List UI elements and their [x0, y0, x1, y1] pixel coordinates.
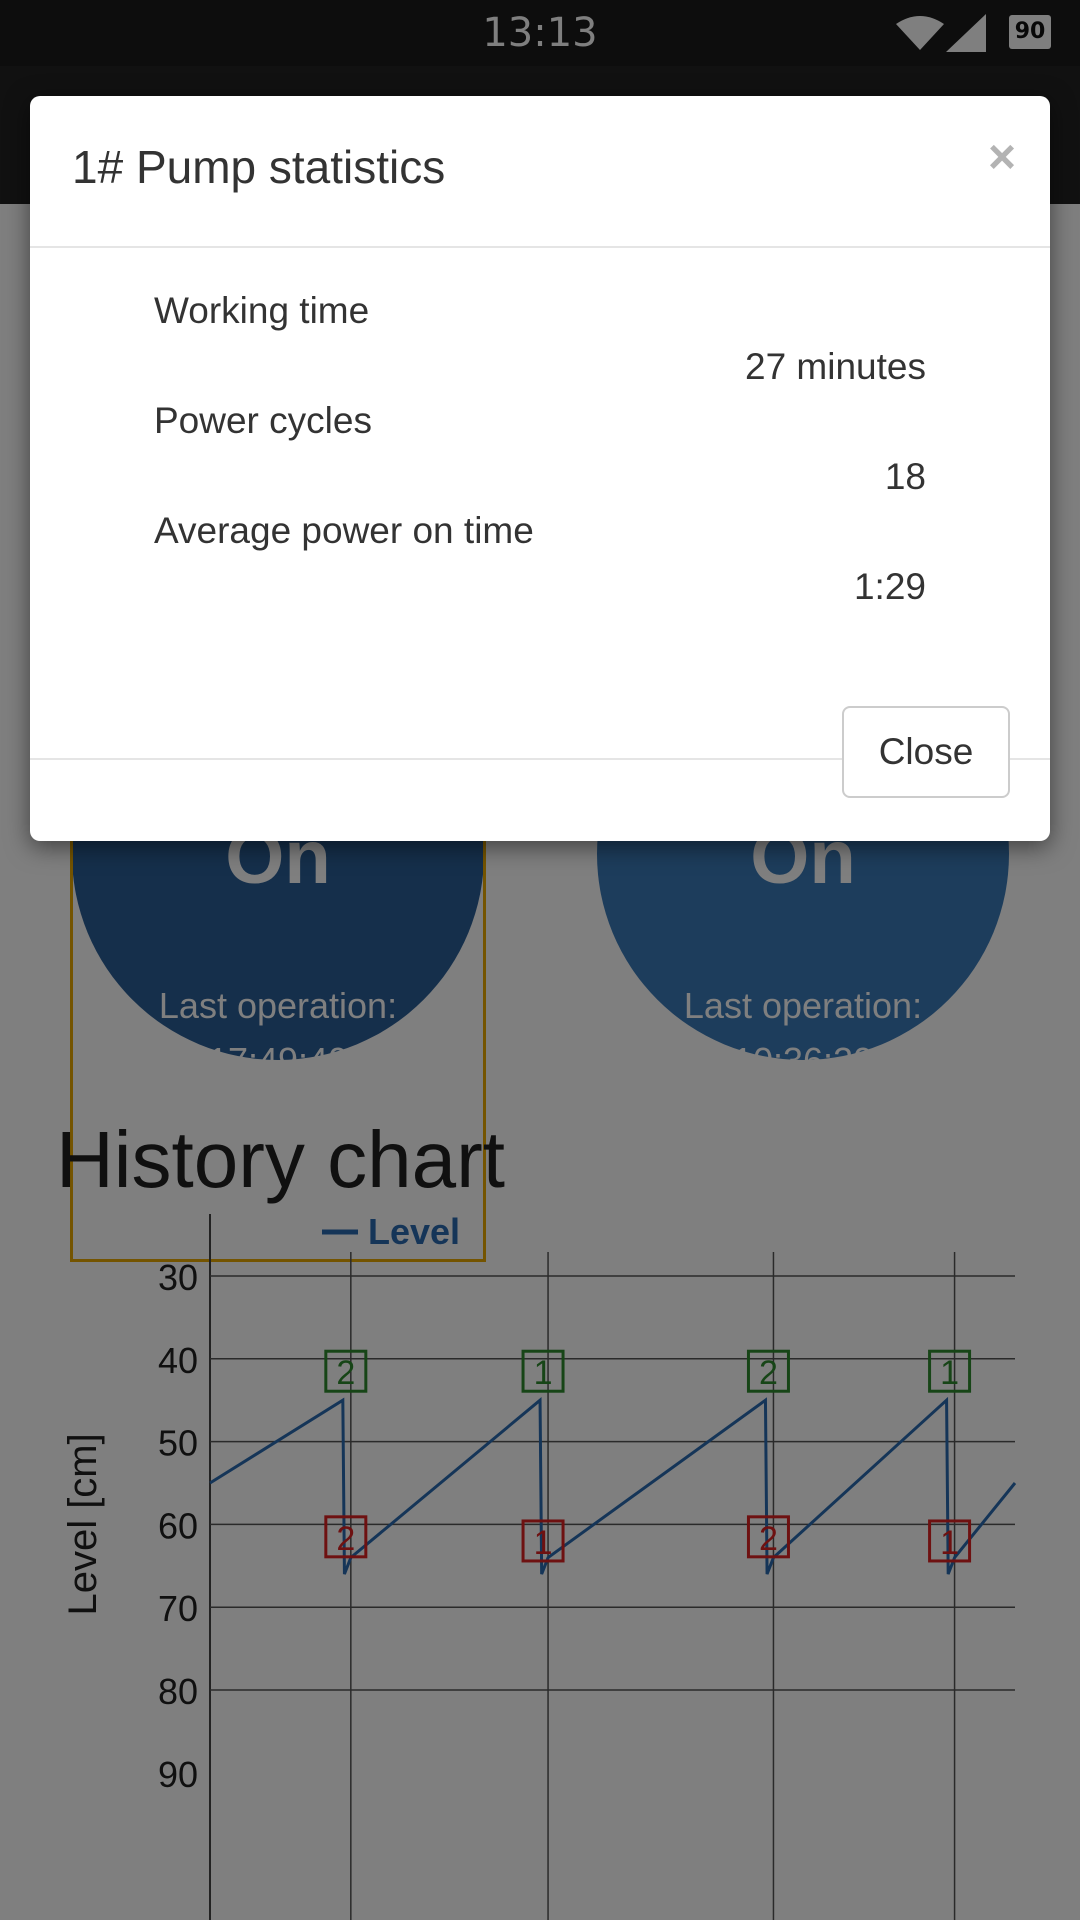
pump-statistics-dialog: 1# Pump statistics × Working time 27 min…: [30, 96, 1050, 841]
close-icon[interactable]: ×: [988, 130, 1016, 185]
stat-working-time-value: 27 minutes: [745, 346, 926, 387]
stat-average-power-on-time-label: Average power on time: [154, 510, 534, 551]
stat-power-cycles-label: Power cycles: [154, 400, 372, 441]
close-button[interactable]: Close: [842, 706, 1010, 798]
stat-average-power-on-time-value: 1:29: [853, 566, 926, 607]
stat-working-time-label: Working time: [154, 290, 370, 331]
dialog-body: Working time 27 minutes Power cycles 18 …: [30, 248, 1050, 760]
dialog-title: 1# Pump statistics: [72, 141, 446, 193]
stat-power-cycles-value: 18: [884, 456, 926, 497]
dialog-header: 1# Pump statistics ×: [30, 96, 1050, 248]
